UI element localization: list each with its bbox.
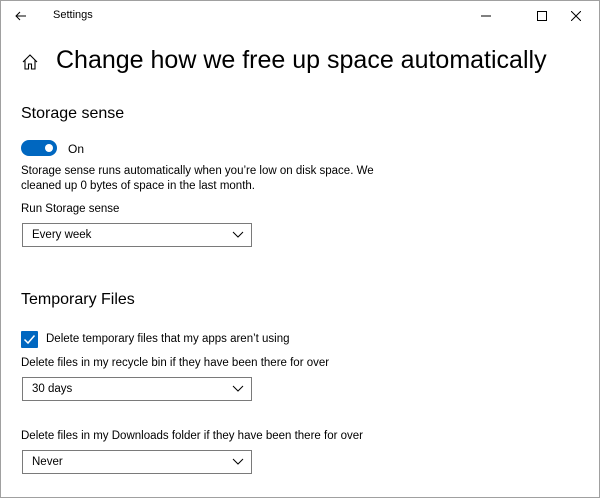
downloads-label: Delete files in my Downloads folder if t… [21,430,363,442]
storage-sense-description-line1: Storage sense runs automatically when yo… [21,165,374,177]
delete-temp-files-label: Delete temporary files that my apps aren… [46,333,290,345]
run-storage-sense-label: Run Storage sense [21,203,120,215]
storage-sense-toggle[interactable] [21,140,57,156]
dropdown-value: Never [32,456,63,468]
minimize-icon [481,15,491,17]
delete-temp-files-checkbox[interactable] [21,331,38,348]
maximize-icon [537,11,547,21]
chevron-down-icon [232,385,244,392]
settings-window: Settings Change how we free up space aut… [0,0,600,498]
downloads-dropdown[interactable]: Never [22,450,252,474]
temporary-files-heading: Temporary Files [21,291,135,308]
chevron-down-icon [232,231,244,238]
window-title: Settings [53,9,93,21]
minimize-button[interactable] [463,1,509,31]
page-title: Change how we free up space automaticall… [56,46,547,74]
dropdown-value: Every week [32,229,92,241]
arrow-left-icon [15,11,26,21]
recycle-bin-label: Delete files in my recycle bin if they h… [21,357,330,369]
title-bar: Settings [1,1,599,31]
close-icon [571,11,581,21]
close-button[interactable] [553,1,599,31]
checkmark-icon [23,335,36,345]
home-icon [22,54,38,70]
back-button[interactable] [1,1,41,31]
run-storage-sense-dropdown[interactable]: Every week [22,223,252,247]
storage-sense-heading: Storage sense [21,105,125,122]
dropdown-value: 30 days [32,383,73,395]
storage-sense-description-line2: cleaned up 0 bytes of space in the last … [21,180,255,192]
home-button[interactable] [21,53,39,71]
toggle-state-label: On [68,142,85,156]
toggle-knob [45,144,53,152]
chevron-down-icon [232,458,244,465]
recycle-bin-dropdown[interactable]: 30 days [22,377,252,401]
